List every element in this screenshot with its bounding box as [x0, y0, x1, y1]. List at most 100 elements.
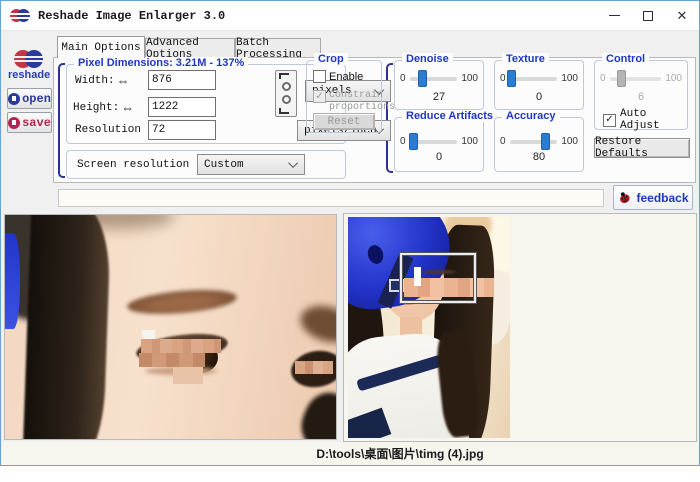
crop-group: Crop Enable ✓ Constrain proportions Rese… — [306, 60, 382, 133]
zoom-helmet-edge — [5, 233, 20, 329]
progress-bar — [58, 189, 604, 207]
slider-max-label: 100 — [561, 73, 578, 84]
status-bar: D:\tools\桌面\图片\timg (4).jpg — [2, 442, 698, 465]
height-input[interactable] — [148, 97, 216, 117]
slider-thumb[interactable] — [418, 70, 427, 87]
slider-thumb[interactable] — [541, 133, 550, 150]
slider-thumb[interactable] — [409, 133, 418, 150]
open-button[interactable]: open — [7, 88, 52, 109]
pixel-dimensions-legend: Pixel Dimensions: 3.21M - 137% — [74, 57, 248, 69]
link-dimensions-toggle[interactable] — [275, 70, 297, 117]
maximize-button[interactable] — [631, 1, 665, 30]
slider-max-label: 100 — [461, 73, 478, 84]
slider-thumb[interactable] — [507, 70, 516, 87]
texture-value: 0 — [495, 91, 583, 103]
crop-enable-checkbox[interactable] — [313, 70, 326, 83]
reduce-artifacts-group: Reduce Artifacts 0 100 0 — [394, 117, 484, 172]
feedback-button-label: feedback — [636, 191, 688, 205]
reshade-logo-icon — [14, 50, 44, 68]
save-button[interactable]: save — [7, 112, 52, 133]
tab-main-options[interactable]: Main Options — [57, 36, 145, 58]
control-slider — [610, 77, 662, 81]
zoom-glitch-band — [139, 353, 205, 367]
width-resize-icon: ⇔ — [117, 73, 130, 88]
resolution-label: Resolution — [75, 124, 141, 136]
tab-advanced-options[interactable]: Advanced Options — [145, 38, 235, 58]
preview-zoom-panel[interactable] — [4, 214, 337, 440]
control-legend: Control — [602, 53, 649, 65]
app-logo-icon — [10, 9, 30, 23]
reshade-logo: reshade — [8, 50, 50, 81]
zoom-right-eye-glitch — [295, 361, 333, 374]
minimize-icon — [609, 15, 620, 16]
resolution-input[interactable] — [148, 120, 216, 140]
denoise-legend: Denoise — [402, 53, 453, 65]
tab-label: Main Options — [61, 42, 140, 54]
screen-resolution-value: Custom — [204, 159, 244, 171]
open-icon — [8, 93, 20, 105]
texture-group: Texture 0 100 0 — [494, 60, 584, 110]
accuracy-value: 80 — [495, 151, 583, 163]
screen-resolution-label: Screen resolution — [77, 159, 189, 171]
source-photo — [348, 217, 510, 438]
screen-resolution-dropdown[interactable]: Custom — [197, 154, 305, 175]
minimize-button[interactable] — [597, 1, 631, 30]
reduce-artifacts-slider[interactable] — [410, 140, 458, 144]
width-label: Width: — [75, 75, 115, 87]
slider-min-label: 0 — [400, 136, 406, 147]
chain-link-icon — [282, 82, 291, 91]
zoom-glitch-patch — [173, 367, 203, 384]
slider-min-label: 0 — [500, 73, 506, 84]
reduce-artifacts-legend: Reduce Artifacts — [402, 110, 497, 122]
zoom-glitch-band — [141, 339, 221, 353]
zoom-glitch-white — [142, 330, 155, 339]
denoise-group: Denoise 0 100 27 — [394, 60, 484, 110]
slider-max-label: 100 — [461, 136, 478, 147]
crop-reset-button: Reset — [313, 113, 375, 130]
slider-min-label: 0 — [400, 73, 406, 84]
close-icon: ✕ — [677, 9, 688, 22]
height-label: Height: — [73, 102, 119, 114]
chevron-down-icon — [288, 158, 298, 168]
window-title: Reshade Image Enlarger 3.0 — [38, 9, 225, 23]
auto-adjust-checkbox[interactable]: ✓ — [603, 114, 616, 127]
constrain-label-line2: proportions — [329, 102, 395, 113]
width-input[interactable] — [148, 70, 216, 90]
save-icon — [8, 117, 20, 129]
zoom-hair — [22, 214, 111, 440]
texture-slider[interactable] — [510, 77, 558, 81]
open-button-label: open — [22, 92, 51, 106]
height-resize-icon: ⇔ — [121, 100, 134, 115]
app-window: Reshade Image Enlarger 3.0 ✕ reshade ope… — [0, 0, 700, 466]
denoise-slider[interactable] — [410, 77, 458, 81]
ladybug-icon — [617, 191, 632, 205]
accuracy-group: Accuracy 0 100 80 — [494, 117, 584, 172]
texture-legend: Texture — [502, 53, 549, 65]
constrain-proportions-checkbox: ✓ — [313, 90, 326, 103]
feedback-button[interactable]: feedback — [613, 185, 693, 210]
constrain-label-line1: Constrain — [329, 90, 383, 101]
screen-resolution-group: Screen resolution Custom — [66, 150, 346, 179]
slider-min-label: 0 — [500, 136, 506, 147]
control-group: Control 0 100 6 ✓ Auto Adjust — [594, 60, 688, 130]
tab-batch-processing[interactable]: Batch Processing — [235, 38, 321, 58]
auto-adjust-label: Auto Adjust — [620, 108, 687, 132]
accuracy-slider[interactable] — [510, 140, 558, 144]
slider-max-label: 100 — [561, 136, 578, 147]
denoise-value: 27 — [395, 91, 483, 103]
crop-enable-label: Enable — [329, 71, 363, 83]
slider-thumb — [617, 70, 626, 87]
dimensions-bracket — [58, 63, 65, 178]
accuracy-legend: Accuracy — [502, 110, 560, 122]
crop-legend: Crop — [314, 53, 348, 65]
slider-min-label: 0 — [600, 73, 606, 84]
preview-full-panel[interactable] — [343, 213, 697, 442]
chain-link-icon — [282, 95, 291, 104]
file-path: D:\tools\桌面\图片\timg (4).jpg — [316, 445, 483, 462]
selection-rectangle[interactable] — [400, 253, 476, 303]
screen: Reshade Image Enlarger 3.0 ✕ reshade ope… — [0, 0, 700, 482]
reduce-artifacts-value: 0 — [395, 151, 483, 163]
slider-max-label: 100 — [665, 73, 682, 84]
close-button[interactable]: ✕ — [665, 1, 699, 30]
restore-defaults-button[interactable]: Restore Defaults — [594, 138, 690, 158]
